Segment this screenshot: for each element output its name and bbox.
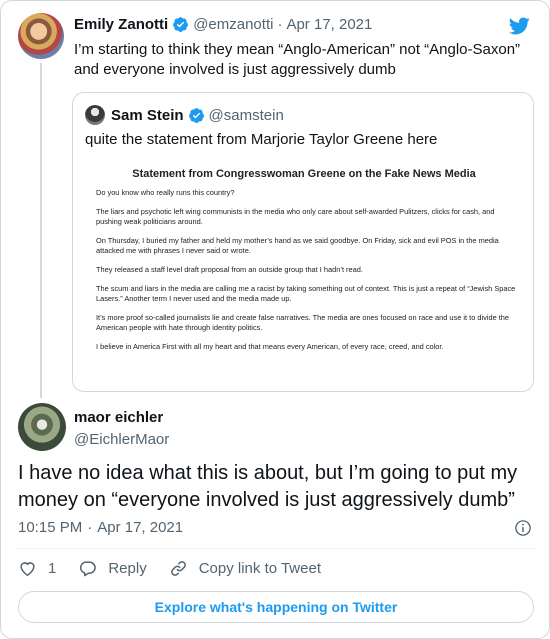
twitter-bird-icon[interactable]: [507, 15, 531, 37]
divider: [18, 548, 534, 549]
link-icon: [170, 561, 186, 576]
verified-badge-icon: [188, 107, 204, 123]
author-handle[interactable]: @emzanotti: [193, 16, 273, 33]
statement-paragraph: It’s more proof so-called journalists li…: [96, 313, 510, 332]
quoted-tweet[interactable]: Sam Stein @samstein quite the statement …: [72, 92, 534, 392]
reply-tweet-text: I have no idea what this is about, but I…: [18, 462, 518, 511]
statement-image[interactable]: Statement from Congresswoman Greene on t…: [85, 159, 523, 387]
copy-link-button[interactable]: Copy link to Tweet: [169, 559, 321, 578]
statement-paragraph: They released a staff level draft propos…: [96, 265, 363, 274]
meta-separator: ·: [277, 16, 283, 33]
statement-paragraph: On Thursday, I buried my father and held…: [96, 236, 499, 255]
reply-label: Reply: [108, 560, 147, 577]
meta-separator: ·: [87, 519, 93, 536]
reply-timestamp[interactable]: 10:15 PM · Apr 17, 2021: [18, 519, 183, 536]
like-count: 1: [48, 560, 57, 577]
heart-icon: [20, 562, 35, 577]
author-name[interactable]: Emily Zanotti: [74, 16, 168, 33]
statement-paragraph: The liars and psychotic left wing commun…: [96, 207, 495, 226]
statement-paragraph: I believe in America First with all my h…: [96, 342, 444, 351]
verified-badge-icon: [173, 17, 189, 32]
copy-link-label: Copy link to Tweet: [198, 560, 321, 577]
statement-title: Statement from Congresswoman Greene on t…: [132, 168, 476, 180]
quoted-author-name: Sam Stein: [111, 106, 184, 124]
reply-button[interactable]: Reply: [78, 559, 147, 578]
parent-tweet-text: I’m starting to think they mean “Anglo-A…: [74, 40, 524, 80]
reply-date: Apr 17, 2021: [97, 519, 184, 536]
avatar-maor-eichler[interactable]: [18, 403, 66, 451]
reply-bubble-icon: [80, 561, 97, 577]
quoted-tweet-text: quite the statement from Marjorie Taylor…: [85, 131, 438, 148]
reply-author-handle[interactable]: @EichlerMaor: [74, 431, 169, 448]
avatar-emily-zanotti[interactable]: [18, 13, 64, 59]
info-icon[interactable]: [514, 519, 532, 537]
tweet-actions: 1 Reply Copy link to Tweet: [18, 559, 343, 578]
tweet-date[interactable]: Apr 17, 2021: [286, 16, 372, 33]
reply-time: 10:15 PM: [18, 519, 83, 536]
parent-tweet-header: Emily Zanotti @emzanotti · Apr 17, 2021: [74, 16, 372, 33]
parent-tweet-line-2: and everyone involved is just aggressive…: [74, 61, 396, 78]
like-button[interactable]: 1: [18, 559, 56, 578]
thread-connector-line: [40, 63, 42, 398]
explore-twitter-button[interactable]: Explore what's happening on Twitter: [18, 591, 534, 623]
quoted-tweet-header: Sam Stein @samstein: [85, 105, 284, 125]
parent-tweet-line-1: I’m starting to think they mean “Anglo-A…: [74, 41, 521, 58]
quoted-author-handle: @samstein: [208, 106, 284, 124]
statement-paragraph: The scum and liars in the media are call…: [96, 284, 516, 303]
tweet-embed-card: Emily Zanotti @emzanotti · Apr 17, 2021 …: [0, 0, 550, 639]
avatar-sam-stein: [85, 105, 105, 125]
statement-paragraph: Do you know who really runs this country…: [96, 188, 235, 197]
reply-author-name[interactable]: maor eichler: [74, 409, 163, 426]
